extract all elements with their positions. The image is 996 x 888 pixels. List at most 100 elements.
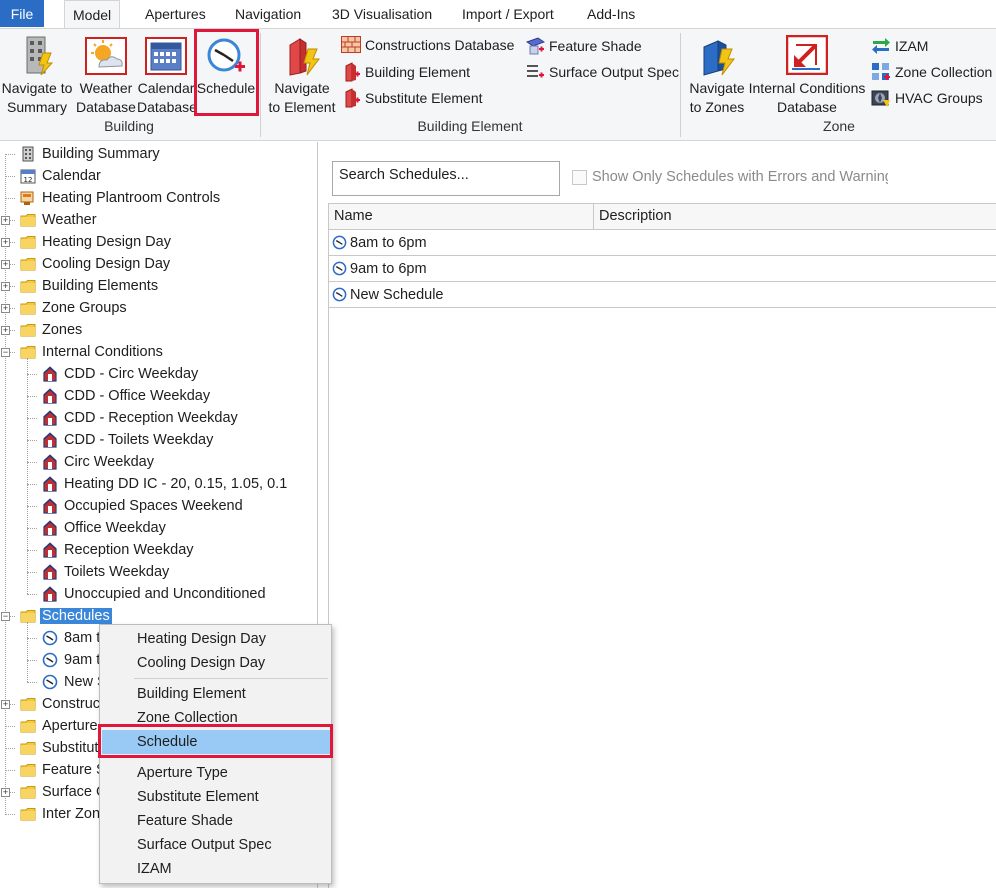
weather-database-button[interactable]: Weather Database: [75, 33, 137, 117]
tree-node[interactable]: Unoccupied and Unconditioned: [42, 583, 266, 605]
constructions-database-button[interactable]: Constructions Database: [341, 36, 514, 53]
expand-toggle-icon[interactable]: +: [1, 216, 10, 225]
weather-icon: [85, 37, 127, 75]
tree-node[interactable]: CDD - Circ Weekday: [42, 363, 198, 385]
expand-toggle-icon[interactable]: +: [1, 238, 10, 247]
house-icon: [43, 498, 57, 514]
tree-node[interactable]: Office Weekday: [42, 517, 166, 539]
weather-label-2: Database: [76, 99, 136, 115]
tab-apertures[interactable]: Apertures: [137, 0, 214, 27]
table-row[interactable]: 9am to 6pm: [329, 256, 996, 282]
tree-node[interactable]: Circ Weekday: [42, 451, 154, 473]
surface-output-spec-icon: [527, 65, 544, 78]
tree-node[interactable]: Inter Zon: [20, 803, 100, 825]
expand-toggle-icon[interactable]: +: [1, 700, 10, 709]
tree-node[interactable]: Heating Design Day: [20, 231, 171, 253]
internal-conditions-database-button[interactable]: Internal Conditions Database: [748, 33, 866, 117]
menu-item-aperture-type[interactable]: Aperture Type: [102, 761, 330, 785]
tree-node[interactable]: Toilets Weekday: [42, 561, 169, 583]
menu-item-izam[interactable]: IZAM: [102, 857, 330, 881]
tree-node-label: CDD - Circ Weekday: [64, 366, 199, 382]
menu-item-surface-output-spec[interactable]: Surface Output Spec: [102, 833, 330, 857]
zone-collection-button[interactable]: Zone Collection: [871, 62, 992, 82]
feature-shade-button[interactable]: Feature Shade: [526, 36, 642, 55]
tree-node-label: CDD - Reception Weekday: [64, 410, 238, 426]
navigate-zones-icon: [703, 40, 735, 76]
tab-file[interactable]: File: [0, 0, 44, 27]
expand-toggle-icon[interactable]: +: [1, 282, 10, 291]
table-row[interactable]: New Schedule: [329, 282, 996, 308]
tree-node[interactable]: 12 Calendar: [20, 165, 101, 187]
tab-3d-visualisation[interactable]: 3D Visualisation: [324, 0, 440, 27]
tree-node[interactable]: 8am t: [42, 627, 100, 649]
menu-schedule-highlight-box: [98, 724, 333, 758]
column-header-name[interactable]: Name: [329, 204, 593, 230]
menu-item-substitute-element[interactable]: Substitute Element: [102, 785, 330, 809]
column-header-description[interactable]: Description: [594, 204, 994, 230]
izam-button[interactable]: IZAM: [871, 36, 928, 55]
expand-toggle-icon[interactable]: +: [1, 260, 10, 269]
tree-node[interactable]: Aperture: [20, 715, 98, 737]
tree-node[interactable]: Substitut: [20, 737, 98, 759]
tree-node[interactable]: Construct: [20, 693, 104, 715]
expand-toggle-icon[interactable]: +: [1, 788, 10, 797]
tree-node[interactable]: Zones: [20, 319, 82, 341]
navigate-to-summary-button[interactable]: Navigate to Summary: [0, 33, 74, 117]
tree-node[interactable]: Surface C: [20, 781, 106, 803]
clock-icon: [332, 235, 347, 250]
tree-guide-line: [27, 660, 37, 661]
calendar-database-button[interactable]: Calendar Database: [137, 33, 197, 117]
tree-node[interactable]: Weather: [20, 209, 97, 231]
search-schedules-input[interactable]: Search Schedules...: [332, 161, 560, 196]
tree-node[interactable]: Cooling Design Day: [20, 253, 170, 275]
surface-output-spec-button[interactable]: Surface Output Spec: [526, 62, 679, 81]
clock-icon: [42, 674, 58, 690]
tab-add-ins[interactable]: Add-Ins: [579, 0, 643, 27]
folder-icon: [20, 236, 36, 249]
tree-node[interactable]: Building Summary: [20, 143, 160, 165]
collapse-toggle-icon[interactable]: −: [1, 612, 10, 621]
collapse-toggle-icon[interactable]: −: [1, 348, 10, 357]
tree-node[interactable]: Schedules: [20, 605, 112, 627]
menu-item-feature-shade[interactable]: Feature Shade: [102, 809, 330, 833]
tree-node[interactable]: Feature S: [20, 759, 106, 781]
table-row[interactable]: 8am to 6pm: [329, 230, 996, 256]
tree-node[interactable]: CDD - Office Weekday: [42, 385, 210, 407]
tree-node[interactable]: New S: [42, 671, 107, 693]
tree-node[interactable]: Heating DD IC - 20, 0.15, 1.05, 0.1: [42, 473, 287, 495]
building-element-icon: [345, 62, 360, 82]
svg-text:12: 12: [24, 176, 33, 184]
tree-node[interactable]: Building Elements: [20, 275, 158, 297]
building-element-button[interactable]: Building Element: [344, 62, 470, 82]
navigate-summary-label-1: Navigate to: [1, 80, 73, 96]
navigate-element-icon: [289, 38, 320, 76]
menu-item-cooling-design-day[interactable]: Cooling Design Day: [102, 651, 330, 675]
folder-icon: [20, 610, 36, 623]
clock-icon: [42, 630, 58, 646]
menu-item-building-element[interactable]: Building Element: [102, 682, 330, 706]
tree-node[interactable]: CDD - Reception Weekday: [42, 407, 238, 429]
tree-node-label: Weather: [42, 212, 97, 228]
hvac-groups-button[interactable]: HVAC Groups: [871, 88, 983, 108]
navigate-to-element-button[interactable]: Navigate to Element: [266, 33, 338, 117]
hvac-groups-label: HVAC Groups: [895, 90, 983, 106]
folder-icon: [20, 302, 36, 315]
errors-filter-checkbox[interactable]: [572, 170, 587, 185]
tree-node[interactable]: CDD - Toilets Weekday: [42, 429, 213, 451]
tab-navigation[interactable]: Navigation: [227, 0, 309, 27]
substitute-element-button[interactable]: Substitute Element: [344, 88, 483, 108]
navigate-to-zones-button[interactable]: Navigate to Zones: [686, 33, 748, 117]
expand-toggle-icon[interactable]: +: [1, 326, 10, 335]
tab-model[interactable]: Model: [64, 0, 121, 29]
tree-node-label: Office Weekday: [64, 520, 166, 536]
tree-node[interactable]: Occupied Spaces Weekend: [42, 495, 243, 517]
tab-import-export[interactable]: Import / Export: [454, 0, 562, 27]
tree-node[interactable]: Internal Conditions: [20, 341, 163, 363]
tree-node[interactable]: Reception Weekday: [42, 539, 194, 561]
tree-node[interactable]: Heating Plantroom Controls: [20, 187, 220, 209]
surface-output-spec-label: Surface Output Spec: [549, 63, 679, 80]
tree-node[interactable]: 9am t: [42, 649, 100, 671]
tree-node[interactable]: Zone Groups: [20, 297, 127, 319]
menu-item-heating-design-day[interactable]: Heating Design Day: [102, 627, 330, 651]
expand-toggle-icon[interactable]: +: [1, 304, 10, 313]
